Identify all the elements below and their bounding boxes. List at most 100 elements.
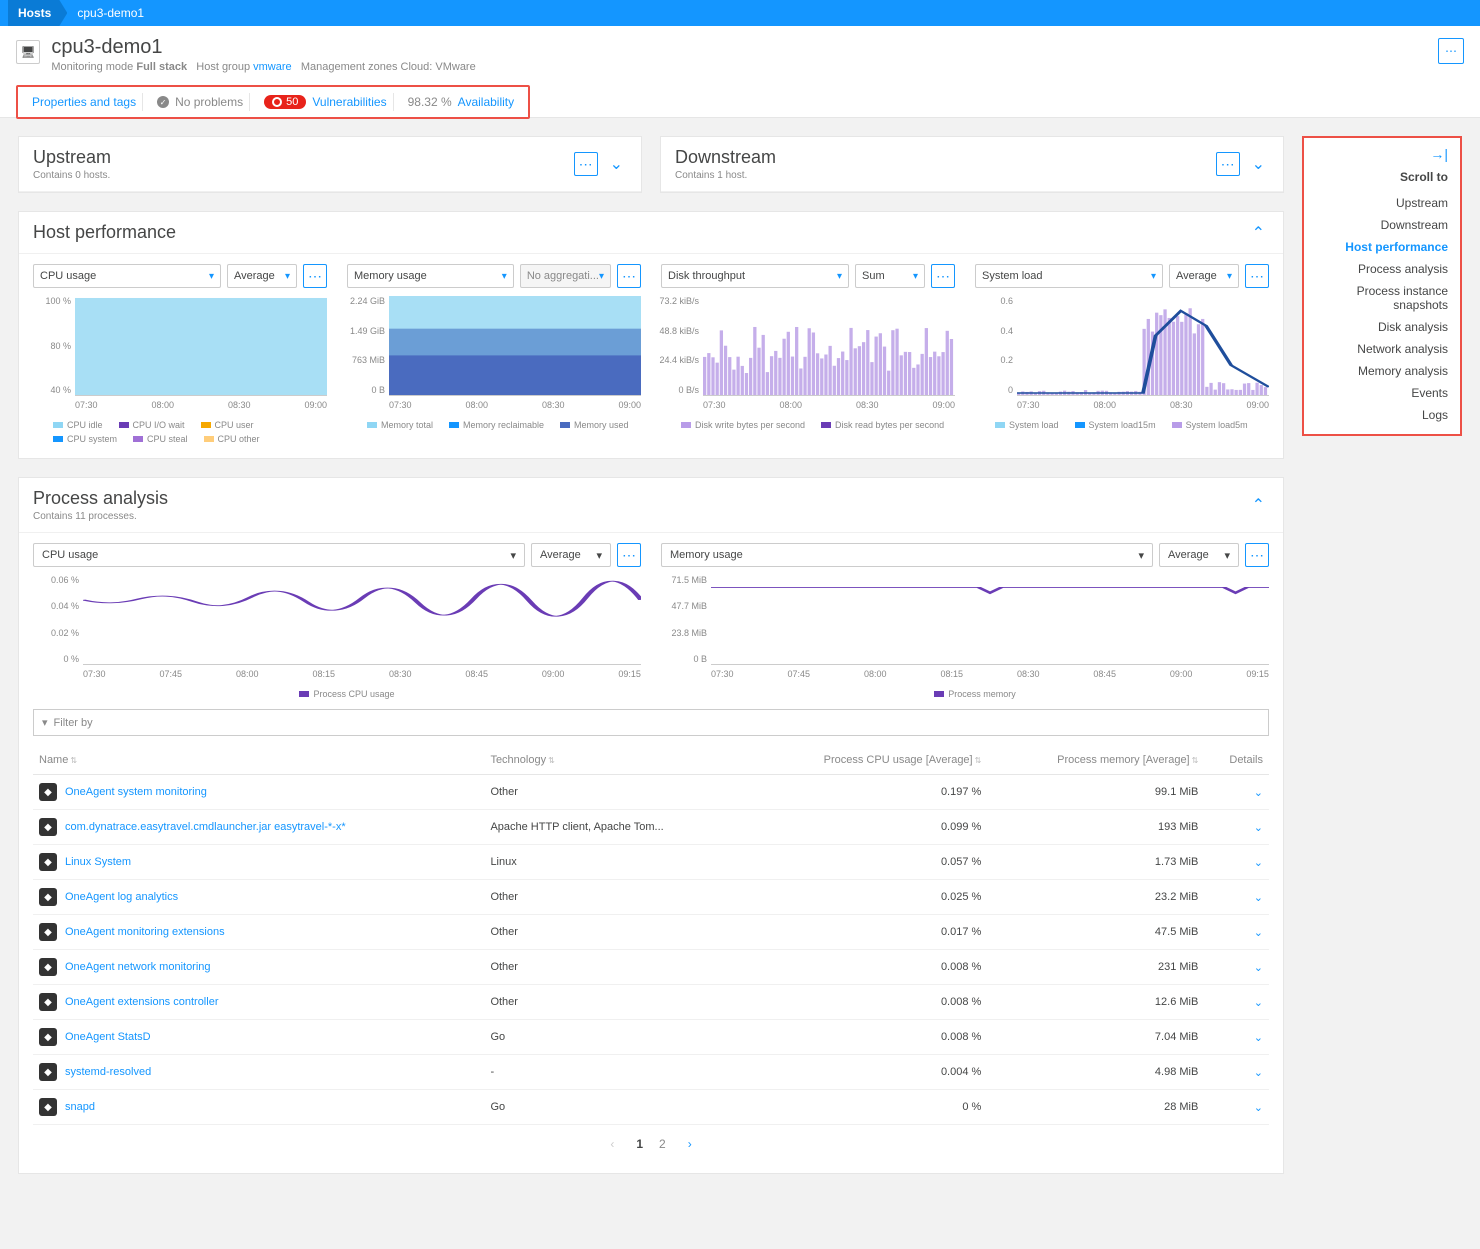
- process-link[interactable]: OneAgent log analytics: [65, 891, 178, 903]
- sidebar-item[interactable]: Logs: [1316, 404, 1448, 426]
- proc-cpu-agg-select[interactable]: Average▾: [531, 543, 611, 567]
- table-row: ◆OneAgent log analytics Other 0.025 % 23…: [33, 880, 1269, 915]
- process-link[interactable]: OneAgent extensions controller: [65, 996, 218, 1008]
- details-expand[interactable]: ⌄: [1254, 1032, 1263, 1044]
- upstream-title: Upstream: [33, 147, 111, 168]
- properties-tags-link[interactable]: Properties and tags: [26, 93, 143, 111]
- downstream-expand-button[interactable]: ⌄: [1248, 154, 1269, 174]
- problems-status[interactable]: ✓No problems: [151, 93, 250, 111]
- pagination: ‹ 1 2 ›: [33, 1125, 1269, 1163]
- details-expand[interactable]: ⌄: [1254, 892, 1263, 904]
- proc-cpu-metric-select[interactable]: CPU usage▾: [33, 543, 525, 567]
- page-header: 🖥 cpu3-demo1 Monitoring mode Full stack …: [0, 26, 1480, 118]
- perf-chart: 0.60.40.20: [1017, 296, 1269, 396]
- table-row: ◆OneAgent StatsD Go 0.008 % 7.04 MiB ⌄: [33, 1020, 1269, 1055]
- details-expand[interactable]: ⌄: [1254, 1067, 1263, 1079]
- proc-mem-metric-select[interactable]: Memory usage▾: [661, 543, 1153, 567]
- details-expand[interactable]: ⌄: [1254, 1102, 1263, 1114]
- perf-chart: 73.2 kiB/s48.8 kiB/s24.4 kiB/s0 B/s: [703, 296, 955, 396]
- sidebar-item[interactable]: Memory analysis: [1316, 360, 1448, 382]
- details-expand[interactable]: ⌄: [1254, 997, 1263, 1009]
- process-icon: ◆: [39, 818, 57, 836]
- sidebar-item[interactable]: Upstream: [1316, 192, 1448, 214]
- sidebar-title: Scroll to: [1316, 170, 1448, 184]
- sidebar-item[interactable]: Events: [1316, 382, 1448, 404]
- process-link[interactable]: Linux System: [65, 856, 131, 868]
- perf-chart: 100 %80 %40 %: [75, 296, 327, 396]
- upstream-expand-button[interactable]: ⌄: [606, 154, 627, 174]
- table-row: ◆systemd-resolved - 0.004 % 4.98 MiB ⌄: [33, 1055, 1269, 1090]
- page-prev[interactable]: ‹: [610, 1137, 614, 1151]
- metric-select[interactable]: CPU usage▾: [33, 264, 221, 288]
- proc-mem-agg-select[interactable]: Average▾: [1159, 543, 1239, 567]
- process-icon: ◆: [39, 923, 57, 941]
- scroll-sidebar: →| Scroll to UpstreamDownstreamHost perf…: [1302, 136, 1462, 436]
- downstream-more-button[interactable]: ⋯: [1216, 152, 1240, 176]
- availability-link[interactable]: 98.32 %Availability: [402, 93, 521, 111]
- agg-select[interactable]: Sum▾: [855, 264, 925, 288]
- process-link[interactable]: OneAgent system monitoring: [65, 786, 207, 798]
- details-expand[interactable]: ⌄: [1254, 927, 1263, 939]
- process-link[interactable]: OneAgent network monitoring: [65, 961, 211, 973]
- page-next[interactable]: ›: [688, 1137, 692, 1151]
- process-link[interactable]: OneAgent StatsD: [65, 1031, 151, 1043]
- proc-cpu-chart: 0.06 %0.04 %0.02 %0 %: [83, 575, 641, 665]
- table-row: ◆Linux System Linux 0.057 % 1.73 MiB ⌄: [33, 845, 1269, 880]
- details-expand[interactable]: ⌄: [1254, 857, 1263, 869]
- process-analysis-collapse-button[interactable]: ⌃: [1248, 495, 1269, 515]
- proc-mem-chart: 71.5 MiB47.7 MiB23.8 MiB0 B: [711, 575, 1269, 665]
- sidebar-item[interactable]: Network analysis: [1316, 338, 1448, 360]
- filter-input[interactable]: ▾ Filter by: [33, 709, 1269, 736]
- details-expand[interactable]: ⌄: [1254, 962, 1263, 974]
- agg-select[interactable]: Average▾: [1169, 264, 1239, 288]
- breadcrumb: Hosts cpu3-demo1: [0, 0, 1480, 26]
- host-performance-collapse-button[interactable]: ⌃: [1248, 223, 1269, 243]
- process-analysis-title: Process analysis: [33, 488, 168, 509]
- col-tech[interactable]: Technology⇅: [484, 746, 746, 775]
- process-link[interactable]: OneAgent monitoring extensions: [65, 926, 225, 938]
- proc-mem-more-button[interactable]: ⋯: [1245, 543, 1269, 567]
- agg-select[interactable]: No aggregati...▾: [520, 264, 611, 288]
- chart-more-button[interactable]: ⋯: [617, 264, 641, 288]
- sidebar-collapse-button[interactable]: →|: [1316, 146, 1448, 162]
- col-details: Details: [1204, 746, 1269, 775]
- process-icon: ◆: [39, 888, 57, 906]
- table-row: ◆OneAgent system monitoring Other 0.197 …: [33, 775, 1269, 810]
- breadcrumb-current[interactable]: cpu3-demo1: [67, 6, 154, 20]
- vulnerabilities-link[interactable]: 50Vulnerabilities: [258, 93, 394, 111]
- sidebar-item[interactable]: Downstream: [1316, 214, 1448, 236]
- hostgroup-link[interactable]: vmware: [253, 61, 292, 73]
- process-icon: ◆: [39, 993, 57, 1011]
- metric-select[interactable]: System load▾: [975, 264, 1163, 288]
- metric-select[interactable]: Memory usage▾: [347, 264, 514, 288]
- chart-more-button[interactable]: ⋯: [303, 264, 327, 288]
- page-number[interactable]: 2: [659, 1137, 666, 1151]
- chart-more-button[interactable]: ⋯: [931, 264, 955, 288]
- process-link[interactable]: snapd: [65, 1101, 95, 1113]
- col-mem[interactable]: Process memory [Average]⇅: [987, 746, 1204, 775]
- chart-more-button[interactable]: ⋯: [1245, 264, 1269, 288]
- details-expand[interactable]: ⌄: [1254, 787, 1263, 799]
- sidebar-item[interactable]: Host performance: [1316, 236, 1448, 258]
- agg-select[interactable]: Average▾: [227, 264, 297, 288]
- col-name[interactable]: Name⇅: [33, 746, 484, 775]
- sidebar-item[interactable]: Disk analysis: [1316, 316, 1448, 338]
- sidebar-item[interactable]: Process analysis: [1316, 258, 1448, 280]
- host-icon: 🖥: [16, 40, 40, 64]
- page-number[interactable]: 1: [636, 1137, 643, 1151]
- table-row: ◆snapd Go 0 % 28 MiB ⌄: [33, 1090, 1269, 1125]
- process-link[interactable]: com.dynatrace.easytravel.cmdlauncher.jar…: [65, 821, 346, 833]
- metric-select[interactable]: Disk throughput▾: [661, 264, 849, 288]
- process-link[interactable]: systemd-resolved: [65, 1066, 151, 1078]
- process-icon: ◆: [39, 958, 57, 976]
- proc-cpu-more-button[interactable]: ⋯: [617, 543, 641, 567]
- breadcrumb-root[interactable]: Hosts: [8, 0, 67, 26]
- process-icon: ◆: [39, 783, 57, 801]
- col-cpu[interactable]: Process CPU usage [Average]⇅: [747, 746, 987, 775]
- details-expand[interactable]: ⌄: [1254, 822, 1263, 834]
- process-icon: ◆: [39, 853, 57, 871]
- sidebar-item[interactable]: Process instance snapshots: [1316, 280, 1448, 316]
- header-more-button[interactable]: ⋯: [1438, 38, 1464, 64]
- vuln-badge: 50: [264, 95, 306, 109]
- upstream-more-button[interactable]: ⋯: [574, 152, 598, 176]
